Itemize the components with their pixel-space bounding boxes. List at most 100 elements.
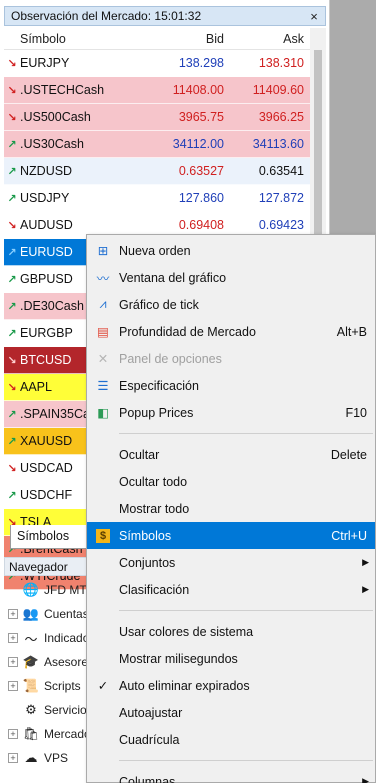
new-order-icon: ⊞	[97, 244, 109, 258]
menu-item[interactable]: Clasificación ▶	[87, 576, 375, 603]
menu-item-label: Auto eliminar expirados	[119, 678, 250, 693]
bid-cell: 0.63527	[178, 164, 224, 178]
arrow-down-icon: ↘	[7, 354, 17, 367]
arrow-up-icon: ↗	[7, 327, 17, 340]
table-row[interactable]: ↘ .USTECHCash 11408.00 11409.60	[4, 77, 310, 104]
arrow-up-icon: ↗	[7, 408, 17, 421]
market-watch-title-bar: Observación del Mercado: 15:01:32 ×	[4, 6, 326, 26]
column-header-symbol[interactable]: Símbolo	[4, 32, 144, 46]
indicators-icon: 〜	[24, 631, 38, 647]
tick-chart-icon: ⩘	[99, 297, 107, 311]
arrow-up-icon: ↗	[7, 192, 17, 205]
table-row[interactable]: ↗ .US30Cash 34112.00 34113.60	[4, 131, 310, 158]
menu-item[interactable]: 〰 Ventana del gráfico	[87, 264, 375, 291]
table-row[interactable]: ↘ .US500Cash 3965.75 3966.25	[4, 104, 310, 131]
menu-separator	[119, 610, 373, 611]
symbol-cell: USDJPY	[20, 191, 70, 205]
submenu-arrow-icon: ▶	[362, 557, 369, 567]
bid-cell: 34112.00	[172, 137, 224, 151]
menu-item[interactable]: Ocultar Delete	[87, 441, 375, 468]
options-panel-icon: ✕	[97, 352, 109, 366]
expand-icon[interactable]: +	[8, 657, 18, 667]
menu-item-label: Clasificación	[119, 582, 190, 597]
menu-item-label: Usar colores de sistema	[119, 624, 254, 639]
checkmark-icon: ✓	[97, 679, 109, 693]
submenu-arrow-icon: ▶	[362, 776, 369, 783]
menu-item[interactable]: ⊞ Nueva orden	[87, 237, 375, 264]
menu-item[interactable]: ▤ Profundidad de Mercado Alt+B	[87, 318, 375, 345]
symbol-cell: EURJPY	[20, 56, 70, 70]
ask-cell: 127.872	[258, 191, 304, 205]
menu-item-label: Nueva orden	[119, 243, 191, 258]
arrow-up-icon: ↗	[7, 300, 17, 313]
menu-item[interactable]: ◧ Popup Prices F10	[87, 399, 375, 426]
menu-item-label: Ocultar todo	[119, 474, 188, 489]
menu-item[interactable]: Autoajustar	[87, 699, 375, 726]
table-row[interactable]: ↘ EURJPY 138.298 138.310	[4, 50, 310, 77]
expand-icon[interactable]: +	[8, 729, 18, 739]
menu-item-label: Gráfico de tick	[119, 297, 199, 312]
market-icon: 🛍	[22, 726, 40, 741]
bid-cell: 0.69408	[178, 218, 224, 232]
ask-cell: 138.310	[258, 56, 304, 70]
submenu-arrow-icon: ▶	[362, 584, 369, 594]
symbols-icon-badge: $	[96, 528, 110, 543]
menu-item[interactable]: Mostrar milisegundos	[87, 645, 375, 672]
arrow-down-icon: ↘	[7, 111, 17, 124]
arrow-down-icon: ↘	[7, 381, 17, 394]
column-header-bid[interactable]: Bid	[144, 32, 230, 46]
expand-icon[interactable]: +	[8, 609, 18, 619]
expand-icon[interactable]: +	[8, 681, 18, 691]
table-row[interactable]: ↗ NZDUSD 0.63527 0.63541	[4, 158, 310, 185]
expand-icon[interactable]: +	[8, 633, 18, 643]
ask-cell: 11409.60	[252, 83, 304, 97]
ask-cell: 0.63541	[258, 164, 304, 178]
menu-item-shortcut: Ctrl+U	[331, 528, 367, 543]
market-watch-header: Símbolo Bid Ask	[4, 28, 310, 50]
menu-item-label: Cuadrícula	[119, 732, 180, 747]
menu-item-label: Conjuntos	[119, 555, 176, 570]
bid-cell: 11408.00	[172, 83, 224, 97]
menu-item[interactable]: Mostrar todo	[87, 495, 375, 522]
symbol-cell: AUDUSD	[20, 218, 73, 232]
menu-separator	[119, 760, 373, 761]
vps-icon: ☁	[24, 750, 38, 765]
navigator-item-label: Cuentas	[44, 607, 89, 621]
services-icon: ⚙	[25, 702, 37, 717]
scripts-icon: 📜	[22, 678, 40, 693]
menu-item[interactable]: Usar colores de sistema	[87, 618, 375, 645]
column-header-ask[interactable]: Ask	[230, 32, 310, 46]
menu-item[interactable]: $ Símbolos Ctrl+U	[87, 522, 375, 549]
menu-separator	[119, 433, 373, 434]
menu-item-label: Símbolos	[119, 528, 172, 543]
menu-item-label: Mostrar todo	[119, 501, 190, 516]
market-depth-icon: ▤	[97, 325, 109, 339]
arrow-up-icon: ↗	[7, 489, 17, 502]
menu-item-label: Ventana del gráfico	[119, 270, 227, 285]
menu-item[interactable]: Cuadrícula	[87, 726, 375, 753]
jfd-logo-icon: 🌐	[22, 582, 40, 597]
arrow-down-icon: ↘	[7, 84, 17, 97]
bid-cell: 127.860	[178, 191, 224, 205]
arrow-down-icon: ↘	[7, 57, 17, 70]
bid-cell: 3965.75	[178, 110, 224, 124]
menu-item-label: Panel de opciones	[119, 351, 222, 366]
close-icon[interactable]: ×	[307, 10, 321, 24]
arrow-up-icon: ↗	[7, 246, 17, 259]
table-row[interactable]: ↗ USDJPY 127.860 127.872	[4, 185, 310, 212]
symbol-cell: .US30Cash	[20, 137, 84, 151]
menu-item[interactable]: Ocultar todo	[87, 468, 375, 495]
menu-item[interactable]: ✓ Auto eliminar expirados	[87, 672, 375, 699]
menu-item[interactable]: Conjuntos ▶	[87, 549, 375, 576]
experts-icon: 🎓	[22, 654, 40, 669]
arrow-down-icon: ↘	[7, 219, 17, 232]
menu-item[interactable]: Columnas ▶	[87, 768, 375, 783]
expand-icon[interactable]: +	[8, 753, 18, 763]
ask-cell: 34113.60	[252, 137, 304, 151]
symbol-cell: .USTECHCash	[20, 83, 105, 97]
menu-item-label: Mostrar milisegundos	[119, 651, 238, 666]
navigator-item-label: VPS	[44, 751, 69, 765]
menu-item[interactable]: ☰ Especificación	[87, 372, 375, 399]
arrow-up-icon: ↗	[7, 273, 17, 286]
menu-item[interactable]: ⩘ Gráfico de tick	[87, 291, 375, 318]
